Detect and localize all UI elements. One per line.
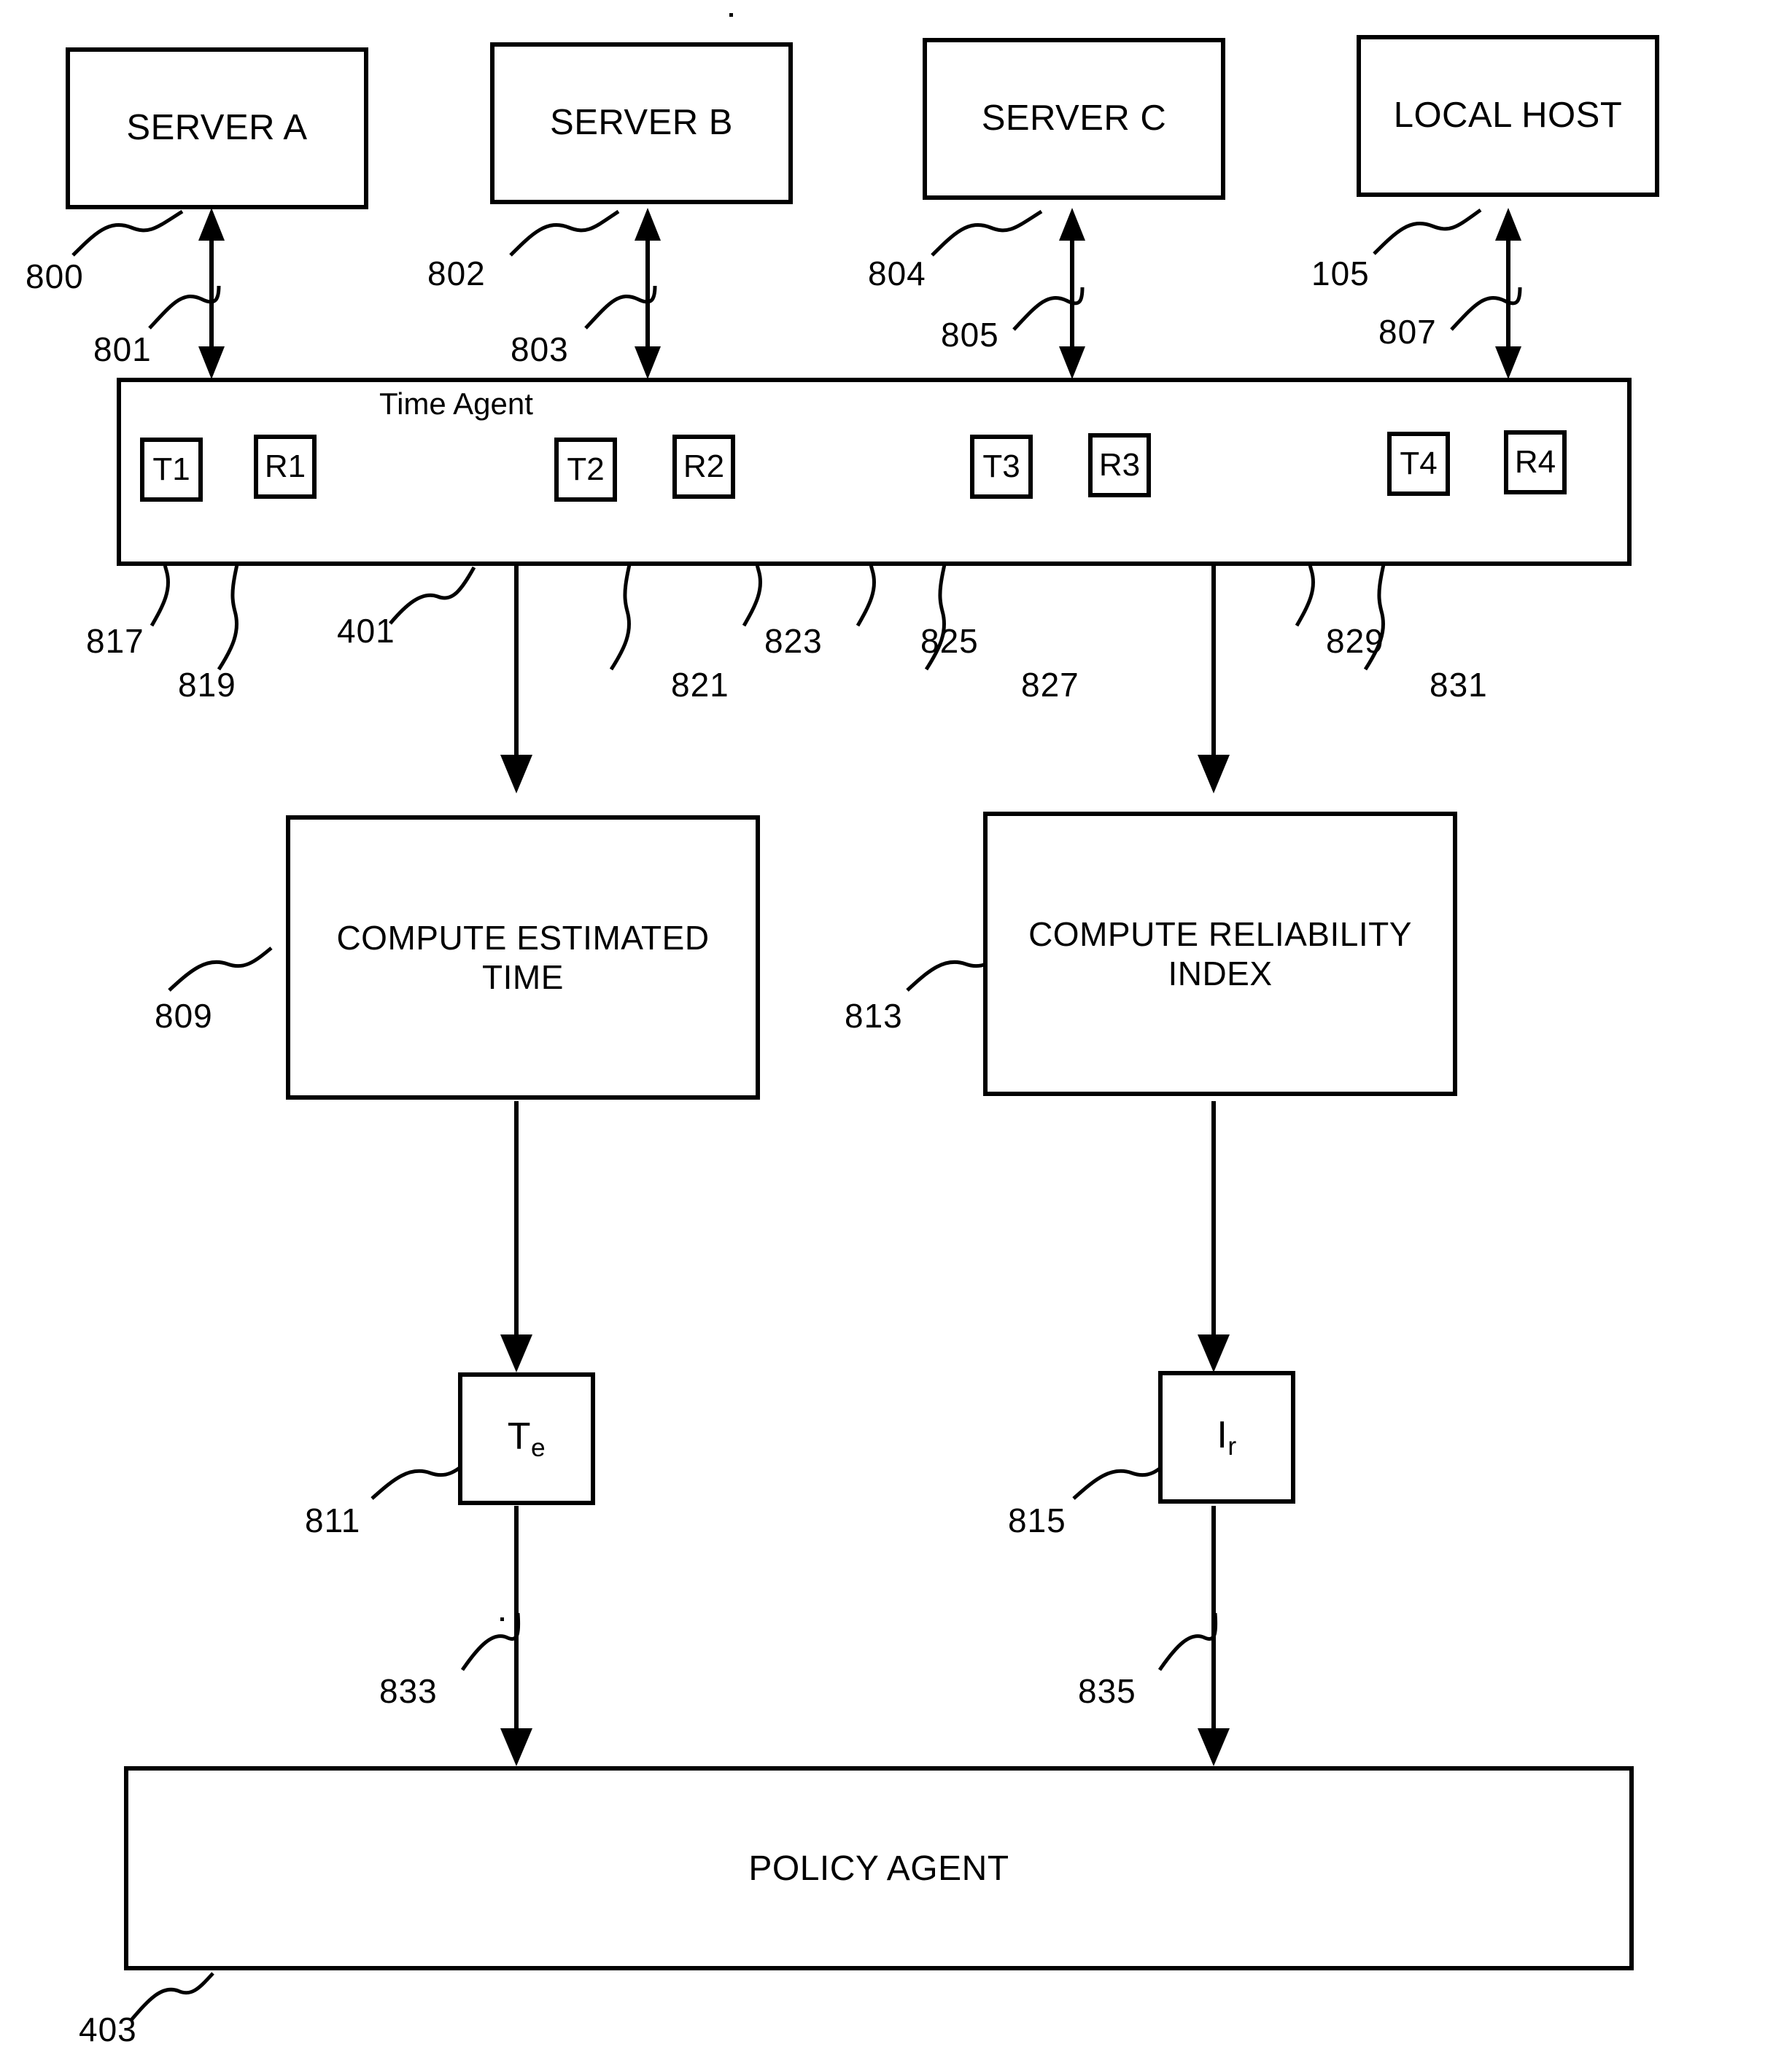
ref-numeral-804: 804	[868, 254, 926, 292]
scan-artifact	[729, 13, 733, 17]
node-label: SERVER B	[550, 103, 733, 143]
node-server-a[interactable]: SERVER A	[66, 47, 368, 209]
register-label: T2	[567, 451, 605, 487]
ref-numeral-817: 817	[86, 622, 144, 660]
ref-numeral-105: 105	[1311, 254, 1370, 292]
connector-layer	[71, 208, 1522, 2021]
ref-numeral-800: 800	[26, 257, 84, 295]
time-agent-title: Time Agent	[379, 386, 533, 421]
node-local-host[interactable]: LOCAL HOST	[1357, 35, 1659, 197]
node-compute-reliability-index[interactable]: COMPUTE RELIABILITY INDEX	[983, 812, 1457, 1096]
ref-numeral-809: 809	[155, 997, 213, 1035]
compute-estimated-time-line1: COMPUTE ESTIMATED	[336, 918, 710, 957]
node-compute-estimated-time[interactable]: COMPUTE ESTIMATED TIME	[286, 815, 760, 1100]
ir-subscript: r	[1227, 1431, 1237, 1461]
node-label: Te	[508, 1415, 546, 1464]
compute-reliability-index-line1: COMPUTE RELIABILITY	[1028, 914, 1412, 953]
ref-numeral-835: 835	[1078, 1672, 1136, 1710]
ref-numeral-802: 802	[427, 254, 486, 292]
register-r2[interactable]: R2	[672, 435, 735, 499]
ref-numeral-401: 401	[337, 612, 395, 650]
register-label: T1	[152, 451, 190, 487]
ref-numeral-805: 805	[941, 316, 999, 354]
node-label: LOCAL HOST	[1393, 96, 1623, 136]
ref-numeral-827: 827	[1021, 666, 1079, 704]
register-label: T4	[1400, 446, 1438, 481]
register-t4[interactable]: T4	[1387, 432, 1450, 496]
node-server-b[interactable]: SERVER B	[490, 42, 793, 204]
scan-artifact	[500, 1617, 504, 1621]
register-t2[interactable]: T2	[554, 438, 617, 502]
policy-agent-label: POLICY AGENT	[748, 1849, 1009, 1888]
register-label: R1	[264, 448, 306, 484]
ref-numeral-813: 813	[845, 997, 903, 1035]
patent-figure: SERVER A SERVER B SERVER C LOCAL HOST 80…	[0, 0, 1792, 2071]
register-label: R4	[1514, 444, 1556, 480]
te-subscript: e	[531, 1433, 546, 1462]
node-reliability-index-value[interactable]: Ir	[1158, 1371, 1295, 1504]
ref-numeral-811: 811	[305, 1501, 361, 1539]
ref-numeral-829: 829	[1326, 622, 1384, 660]
register-t1[interactable]: T1	[140, 438, 203, 502]
register-label: R2	[683, 448, 725, 484]
node-label: COMPUTE ESTIMATED TIME	[326, 918, 719, 998]
ref-numeral-833: 833	[379, 1672, 438, 1710]
node-label: COMPUTE RELIABILITY INDEX	[1018, 914, 1422, 994]
ref-numeral-803: 803	[511, 330, 569, 368]
ref-numeral-403: 403	[79, 2010, 137, 2048]
policy-agent-container[interactable]: POLICY AGENT	[124, 1766, 1634, 1970]
register-r1[interactable]: R1	[254, 435, 317, 499]
node-estimated-time-value[interactable]: Te	[458, 1372, 595, 1505]
te-symbol: T	[507, 1415, 532, 1458]
node-label: Ir	[1217, 1413, 1236, 1462]
node-label: SERVER A	[126, 108, 308, 148]
ref-numeral-807: 807	[1378, 313, 1437, 351]
ref-numeral-831: 831	[1430, 666, 1488, 704]
node-label: SERVER C	[981, 98, 1167, 139]
register-t3[interactable]: T3	[970, 435, 1033, 499]
register-r3[interactable]: R3	[1088, 433, 1151, 497]
node-server-c[interactable]: SERVER C	[923, 38, 1225, 200]
register-r4[interactable]: R4	[1504, 430, 1567, 494]
ref-numeral-815: 815	[1008, 1501, 1066, 1539]
ref-numeral-819: 819	[178, 666, 236, 704]
ref-numeral-825: 825	[920, 622, 979, 660]
compute-estimated-time-line2: TIME	[482, 958, 564, 996]
register-label: T3	[982, 448, 1020, 484]
compute-reliability-index-line2: INDEX	[1168, 955, 1273, 992]
ref-numeral-821: 821	[671, 666, 729, 704]
register-label: R3	[1098, 447, 1141, 483]
ir-symbol: I	[1217, 1413, 1228, 1456]
ref-numeral-801: 801	[93, 330, 152, 368]
ref-numeral-823: 823	[764, 622, 823, 660]
